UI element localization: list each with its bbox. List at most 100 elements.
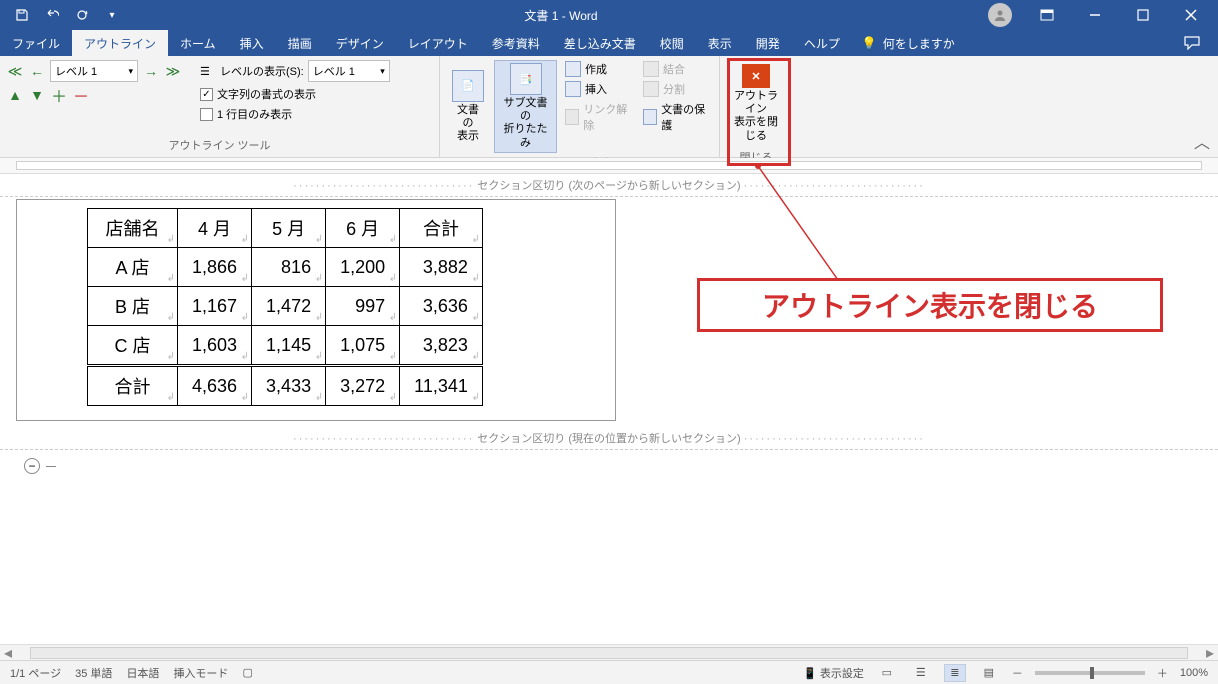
unlink-button: リンク解除	[561, 100, 635, 134]
horizontal-scrollbar[interactable]: ◂ ▸	[0, 644, 1218, 660]
zoom-out-icon[interactable]: －	[1012, 665, 1023, 681]
sales-table[interactable]: 店舗名↲ 4 月↲ 5 月↲ 6 月↲ 合計↲ A 店↲ 1,866↲ 816↲…	[87, 208, 483, 406]
quick-access-toolbar: ▾	[0, 1, 134, 29]
status-insert-mode[interactable]: 挿入モード	[173, 665, 228, 681]
scrollbar-track[interactable]	[30, 647, 1188, 659]
move-up-icon[interactable]: ▲	[6, 86, 24, 104]
view-outline-icon[interactable]: ≣	[944, 664, 966, 682]
annotation-callout: アウトライン表示を閉じる	[697, 278, 1163, 332]
share-comment-icon[interactable]	[1168, 30, 1218, 56]
scroll-left-icon[interactable]: ◂	[0, 643, 16, 663]
status-bar: 1/1 ページ 35 単語 日本語 挿入モード ▢ 📱 表示設定 ▭ ☰ ≣ ▤…	[0, 660, 1218, 684]
section-break-1: ································ セクション区切…	[0, 174, 1218, 197]
status-page[interactable]: 1/1 ページ	[10, 665, 61, 681]
first-line-only-checkbox[interactable]	[200, 108, 213, 121]
unlink-icon	[565, 109, 579, 125]
show-level-label: レベルの表示(S):	[220, 63, 304, 79]
tab-design[interactable]: デザイン	[324, 30, 396, 56]
tab-file[interactable]: ファイル	[0, 30, 72, 56]
table-row: B 店↲ 1,167↲ 1,472↲ 997↲ 3,636↲	[88, 287, 483, 326]
zoom-in-icon[interactable]: ＋	[1157, 665, 1168, 681]
show-level-icon: ☰	[200, 65, 216, 78]
demote-icon[interactable]: →	[142, 62, 160, 80]
split-button: 分割	[639, 80, 713, 98]
tab-home[interactable]: ホーム	[168, 30, 228, 56]
first-line-only-label: 1 行目のみ表示	[217, 106, 292, 122]
qat-customize-icon[interactable]: ▾	[98, 1, 126, 29]
redo-icon[interactable]	[68, 1, 96, 29]
demote-bodytext-icon[interactable]: ≫	[164, 62, 182, 80]
protect-icon	[643, 109, 657, 125]
promote-heading1-icon[interactable]: ≪	[6, 62, 24, 80]
title-bar: ▾ 文書 1 - Word	[0, 0, 1218, 30]
display-settings[interactable]: 📱 表示設定	[803, 665, 864, 681]
outline-body-text[interactable]: −	[24, 458, 1218, 474]
header-jun[interactable]: 6 月↲	[326, 209, 400, 248]
user-avatar[interactable]	[988, 3, 1012, 27]
move-down-icon[interactable]: ▼	[28, 86, 46, 104]
minimize-icon[interactable]	[1072, 0, 1118, 30]
protect-button[interactable]: 文書の保護	[639, 100, 713, 134]
close-icon[interactable]	[1168, 0, 1214, 30]
chevron-down-icon: ▾	[380, 66, 385, 77]
scroll-right-icon[interactable]: ▸	[1202, 643, 1218, 663]
tab-insert[interactable]: 挿入	[228, 30, 276, 56]
show-document-button[interactable]: 📄 文書の 表示	[446, 60, 490, 153]
embedded-object-frame[interactable]: 店舗名↲ 4 月↲ 5 月↲ 6 月↲ 合計↲ A 店↲ 1,866↲ 816↲…	[16, 199, 616, 421]
maximize-icon[interactable]	[1120, 0, 1166, 30]
table-row: C 店↲ 1,603↲ 1,145↲ 1,075↲ 3,823↲	[88, 326, 483, 366]
view-web-icon[interactable]: ▤	[978, 664, 1000, 682]
header-total[interactable]: 合計↲	[400, 209, 483, 248]
insert-icon	[565, 81, 581, 97]
tab-mailings[interactable]: 差し込み文書	[552, 30, 648, 56]
create-button[interactable]: 作成	[561, 60, 635, 78]
tab-outline[interactable]: アウトライン	[72, 30, 168, 56]
tab-view[interactable]: 表示	[696, 30, 744, 56]
collapse-icon[interactable]: －	[72, 86, 90, 104]
ribbon-display-icon[interactable]	[1024, 0, 1070, 30]
ribbon: ≪ ← レベル 1 ▾ → ≫ ▲ ▼ ＋ －	[0, 56, 1218, 158]
document-area[interactable]: ································ セクション区切…	[0, 174, 1218, 644]
ruler[interactable]	[0, 158, 1218, 174]
zoom-slider[interactable]	[1035, 671, 1145, 675]
undo-icon[interactable]	[38, 1, 66, 29]
merge-icon	[643, 61, 659, 77]
tab-draw[interactable]: 描画	[276, 30, 324, 56]
tab-references[interactable]: 参考資料	[480, 30, 552, 56]
collapse-subdocs-button[interactable]: 📑 サブ文書の 折りたたみ	[494, 60, 557, 153]
header-may[interactable]: 5 月↲	[252, 209, 326, 248]
header-apr[interactable]: 4 月↲	[178, 209, 252, 248]
view-read-icon[interactable]: ▭	[876, 664, 898, 682]
show-formatting-label: 文字列の書式の表示	[217, 86, 316, 102]
promote-icon[interactable]: ←	[28, 62, 46, 80]
chevron-down-icon: ▾	[128, 66, 133, 77]
status-language[interactable]: 日本語	[126, 665, 159, 681]
tell-me-search[interactable]: 💡 何をしますか	[852, 30, 965, 56]
show-level-dropdown[interactable]: レベル 1 ▾	[308, 60, 390, 82]
outline-level-dropdown[interactable]: レベル 1 ▾	[50, 60, 138, 82]
tab-developer[interactable]: 開発	[744, 30, 792, 56]
view-print-icon[interactable]: ☰	[910, 664, 932, 682]
expand-icon[interactable]: ＋	[50, 86, 68, 104]
tab-review[interactable]: 校閲	[648, 30, 696, 56]
collapse-subdocs-icon: 📑	[510, 63, 542, 95]
section-break-2: ································ セクション区切…	[0, 427, 1218, 450]
tab-help[interactable]: ヘルプ	[792, 30, 852, 56]
insert-button[interactable]: 挿入	[561, 80, 635, 98]
window-controls	[988, 0, 1218, 30]
header-store[interactable]: 店舗名↲	[88, 209, 178, 248]
ribbon-tabs: ファイル アウトライン ホーム 挿入 描画 デザイン レイアウト 参考資料 差し…	[0, 30, 1218, 56]
group-outline-tools: ≪ ← レベル 1 ▾ → ≫ ▲ ▼ ＋ －	[0, 56, 440, 157]
lightbulb-icon: 💡	[862, 36, 877, 50]
zoom-percent[interactable]: 100%	[1180, 667, 1208, 679]
save-icon[interactable]	[8, 1, 36, 29]
close-outline-button[interactable]: アウトライン 表示を閉じる	[734, 90, 778, 143]
group-master-document: 📄 文書の 表示 📑 サブ文書の 折りたたみ 作成 挿入 リンク解除 結合 分割…	[440, 56, 720, 157]
split-icon	[643, 81, 659, 97]
show-formatting-checkbox[interactable]: ✓	[200, 88, 213, 101]
collapse-ribbon-icon[interactable]: ︿	[1194, 129, 1210, 153]
macro-record-icon[interactable]: ▢	[242, 666, 252, 679]
tab-layout[interactable]: レイアウト	[396, 30, 480, 56]
close-outline-icon[interactable]: ✕	[742, 64, 770, 88]
status-word-count[interactable]: 35 単語	[75, 665, 112, 681]
